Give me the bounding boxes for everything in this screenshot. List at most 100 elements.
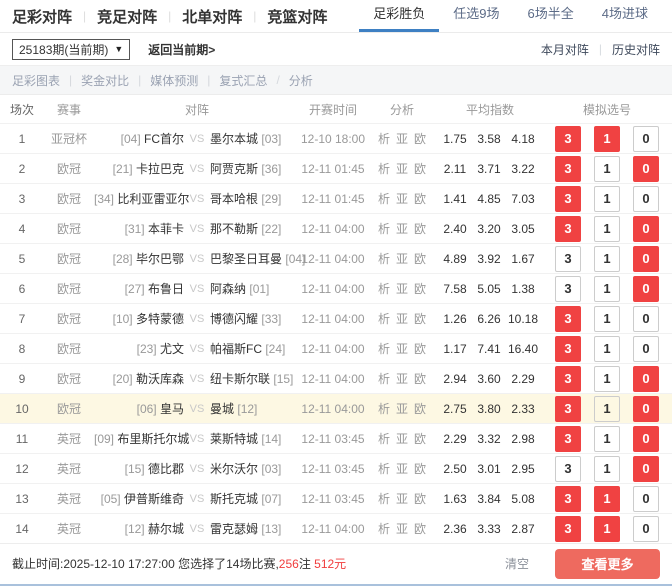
analysis-link-xi[interactable]: 析 (378, 522, 390, 536)
pick-button-1[interactable]: 1 (594, 276, 620, 302)
analysis-link-xi[interactable]: 析 (378, 222, 390, 236)
analysis-link-ou[interactable]: 欧 (414, 282, 426, 296)
subtab-analysis[interactable]: 分析 (289, 72, 313, 89)
pick-button-3[interactable]: 3 (555, 246, 581, 272)
pick-button-3[interactable]: 3 (555, 396, 581, 422)
pick-button-0[interactable]: 0 (633, 156, 659, 182)
pick-button-3[interactable]: 3 (555, 426, 581, 452)
subtab-multi-summary[interactable]: 复式汇总 (219, 72, 267, 89)
pick-button-3[interactable]: 3 (555, 126, 581, 152)
pick-button-1[interactable]: 1 (594, 156, 620, 182)
analysis-link-ou[interactable]: 欧 (414, 132, 426, 146)
tab-renxuan9[interactable]: 任选9场 (439, 0, 513, 32)
pick-button-0[interactable]: 0 (633, 186, 659, 212)
analysis-link-xi[interactable]: 析 (378, 282, 390, 296)
analysis-link-xi[interactable]: 析 (378, 312, 390, 326)
analysis-link-ou[interactable]: 欧 (414, 492, 426, 506)
pick-button-0[interactable]: 0 (633, 276, 659, 302)
pick-button-1[interactable]: 1 (594, 426, 620, 452)
pick-button-1[interactable]: 1 (594, 246, 620, 272)
analysis-link-ya[interactable]: 亚 (396, 522, 408, 536)
pick-button-3[interactable]: 3 (555, 336, 581, 362)
pick-button-0[interactable]: 0 (633, 126, 659, 152)
analysis-link-ou[interactable]: 欧 (414, 372, 426, 386)
month-matches-link[interactable]: 本月对阵 (541, 41, 589, 58)
pick-button-0[interactable]: 0 (633, 306, 659, 332)
pick-button-3[interactable]: 3 (555, 156, 581, 182)
analysis-link-ou[interactable]: 欧 (414, 342, 426, 356)
pick-button-0[interactable]: 0 (633, 486, 659, 512)
analysis-link-xi[interactable]: 析 (378, 342, 390, 356)
pick-button-0[interactable]: 0 (633, 426, 659, 452)
view-more-button[interactable]: 查看更多 (555, 549, 660, 579)
subtab-prize-compare[interactable]: 奖金对比 (81, 72, 129, 89)
analysis-link-ya[interactable]: 亚 (396, 312, 408, 326)
pick-button-0[interactable]: 0 (633, 216, 659, 242)
analysis-link-ya[interactable]: 亚 (396, 342, 408, 356)
pick-button-3[interactable]: 3 (555, 486, 581, 512)
analysis-link-ya[interactable]: 亚 (396, 372, 408, 386)
analysis-link-ou[interactable]: 欧 (414, 522, 426, 536)
analysis-link-ya[interactable]: 亚 (396, 222, 408, 236)
pick-button-3[interactable]: 3 (555, 516, 581, 542)
analysis-link-xi[interactable]: 析 (378, 252, 390, 266)
pick-button-1[interactable]: 1 (594, 516, 620, 542)
analysis-link-ou[interactable]: 欧 (414, 312, 426, 326)
pick-button-1[interactable]: 1 (594, 396, 620, 422)
pick-button-1[interactable]: 1 (594, 486, 620, 512)
analysis-link-ya[interactable]: 亚 (396, 162, 408, 176)
nav-item-jinglan[interactable]: 竞篮对阵 (267, 6, 327, 27)
pick-button-1[interactable]: 1 (594, 336, 620, 362)
pick-button-3[interactable]: 3 (555, 456, 581, 482)
subtab-media-predict[interactable]: 媒体预测 (150, 72, 198, 89)
tab-banquan[interactable]: 6场半全 (514, 0, 588, 32)
analysis-link-ou[interactable]: 欧 (414, 252, 426, 266)
analysis-link-ya[interactable]: 亚 (396, 462, 408, 476)
pick-button-0[interactable]: 0 (633, 366, 659, 392)
period-select[interactable]: 25183期(当前期) ▼ (12, 39, 130, 60)
analysis-link-ya[interactable]: 亚 (396, 492, 408, 506)
pick-button-0[interactable]: 0 (633, 336, 659, 362)
pick-button-3[interactable]: 3 (555, 366, 581, 392)
pick-button-3[interactable]: 3 (555, 216, 581, 242)
nav-item-jingzu[interactable]: 竞足对阵 (97, 6, 157, 27)
pick-button-0[interactable]: 0 (633, 456, 659, 482)
analysis-link-ya[interactable]: 亚 (396, 192, 408, 206)
nav-item-beidan[interactable]: 北单对阵 (182, 6, 242, 27)
pick-button-0[interactable]: 0 (633, 246, 659, 272)
analysis-link-ou[interactable]: 欧 (414, 462, 426, 476)
nav-item-zucai[interactable]: 足彩对阵 (12, 6, 72, 27)
pick-button-0[interactable]: 0 (633, 516, 659, 542)
pick-button-3[interactable]: 3 (555, 186, 581, 212)
pick-button-3[interactable]: 3 (555, 276, 581, 302)
pick-button-0[interactable]: 0 (633, 396, 659, 422)
analysis-link-ou[interactable]: 欧 (414, 402, 426, 416)
analysis-link-ou[interactable]: 欧 (414, 192, 426, 206)
analysis-link-ou[interactable]: 欧 (414, 432, 426, 446)
clear-button[interactable]: 清空 (505, 555, 529, 572)
analysis-link-xi[interactable]: 析 (378, 492, 390, 506)
pick-button-1[interactable]: 1 (594, 456, 620, 482)
pick-button-1[interactable]: 1 (594, 126, 620, 152)
tab-jinqiu[interactable]: 4场进球 (588, 0, 662, 32)
analysis-link-xi[interactable]: 析 (378, 132, 390, 146)
pick-button-1[interactable]: 1 (594, 366, 620, 392)
history-matches-link[interactable]: 历史对阵 (612, 41, 660, 58)
analysis-link-ou[interactable]: 欧 (414, 162, 426, 176)
analysis-link-xi[interactable]: 析 (378, 462, 390, 476)
pick-button-3[interactable]: 3 (555, 306, 581, 332)
subtab-charts[interactable]: 足彩图表 (12, 72, 60, 89)
analysis-link-xi[interactable]: 析 (378, 192, 390, 206)
pick-button-1[interactable]: 1 (594, 306, 620, 332)
analysis-link-xi[interactable]: 析 (378, 372, 390, 386)
analysis-link-xi[interactable]: 析 (378, 432, 390, 446)
pick-button-1[interactable]: 1 (594, 186, 620, 212)
analysis-link-ya[interactable]: 亚 (396, 282, 408, 296)
pick-button-1[interactable]: 1 (594, 216, 620, 242)
analysis-link-ya[interactable]: 亚 (396, 402, 408, 416)
analysis-link-ya[interactable]: 亚 (396, 252, 408, 266)
analysis-link-xi[interactable]: 析 (378, 402, 390, 416)
analysis-link-ou[interactable]: 欧 (414, 222, 426, 236)
analysis-link-ya[interactable]: 亚 (396, 432, 408, 446)
analysis-link-ya[interactable]: 亚 (396, 132, 408, 146)
